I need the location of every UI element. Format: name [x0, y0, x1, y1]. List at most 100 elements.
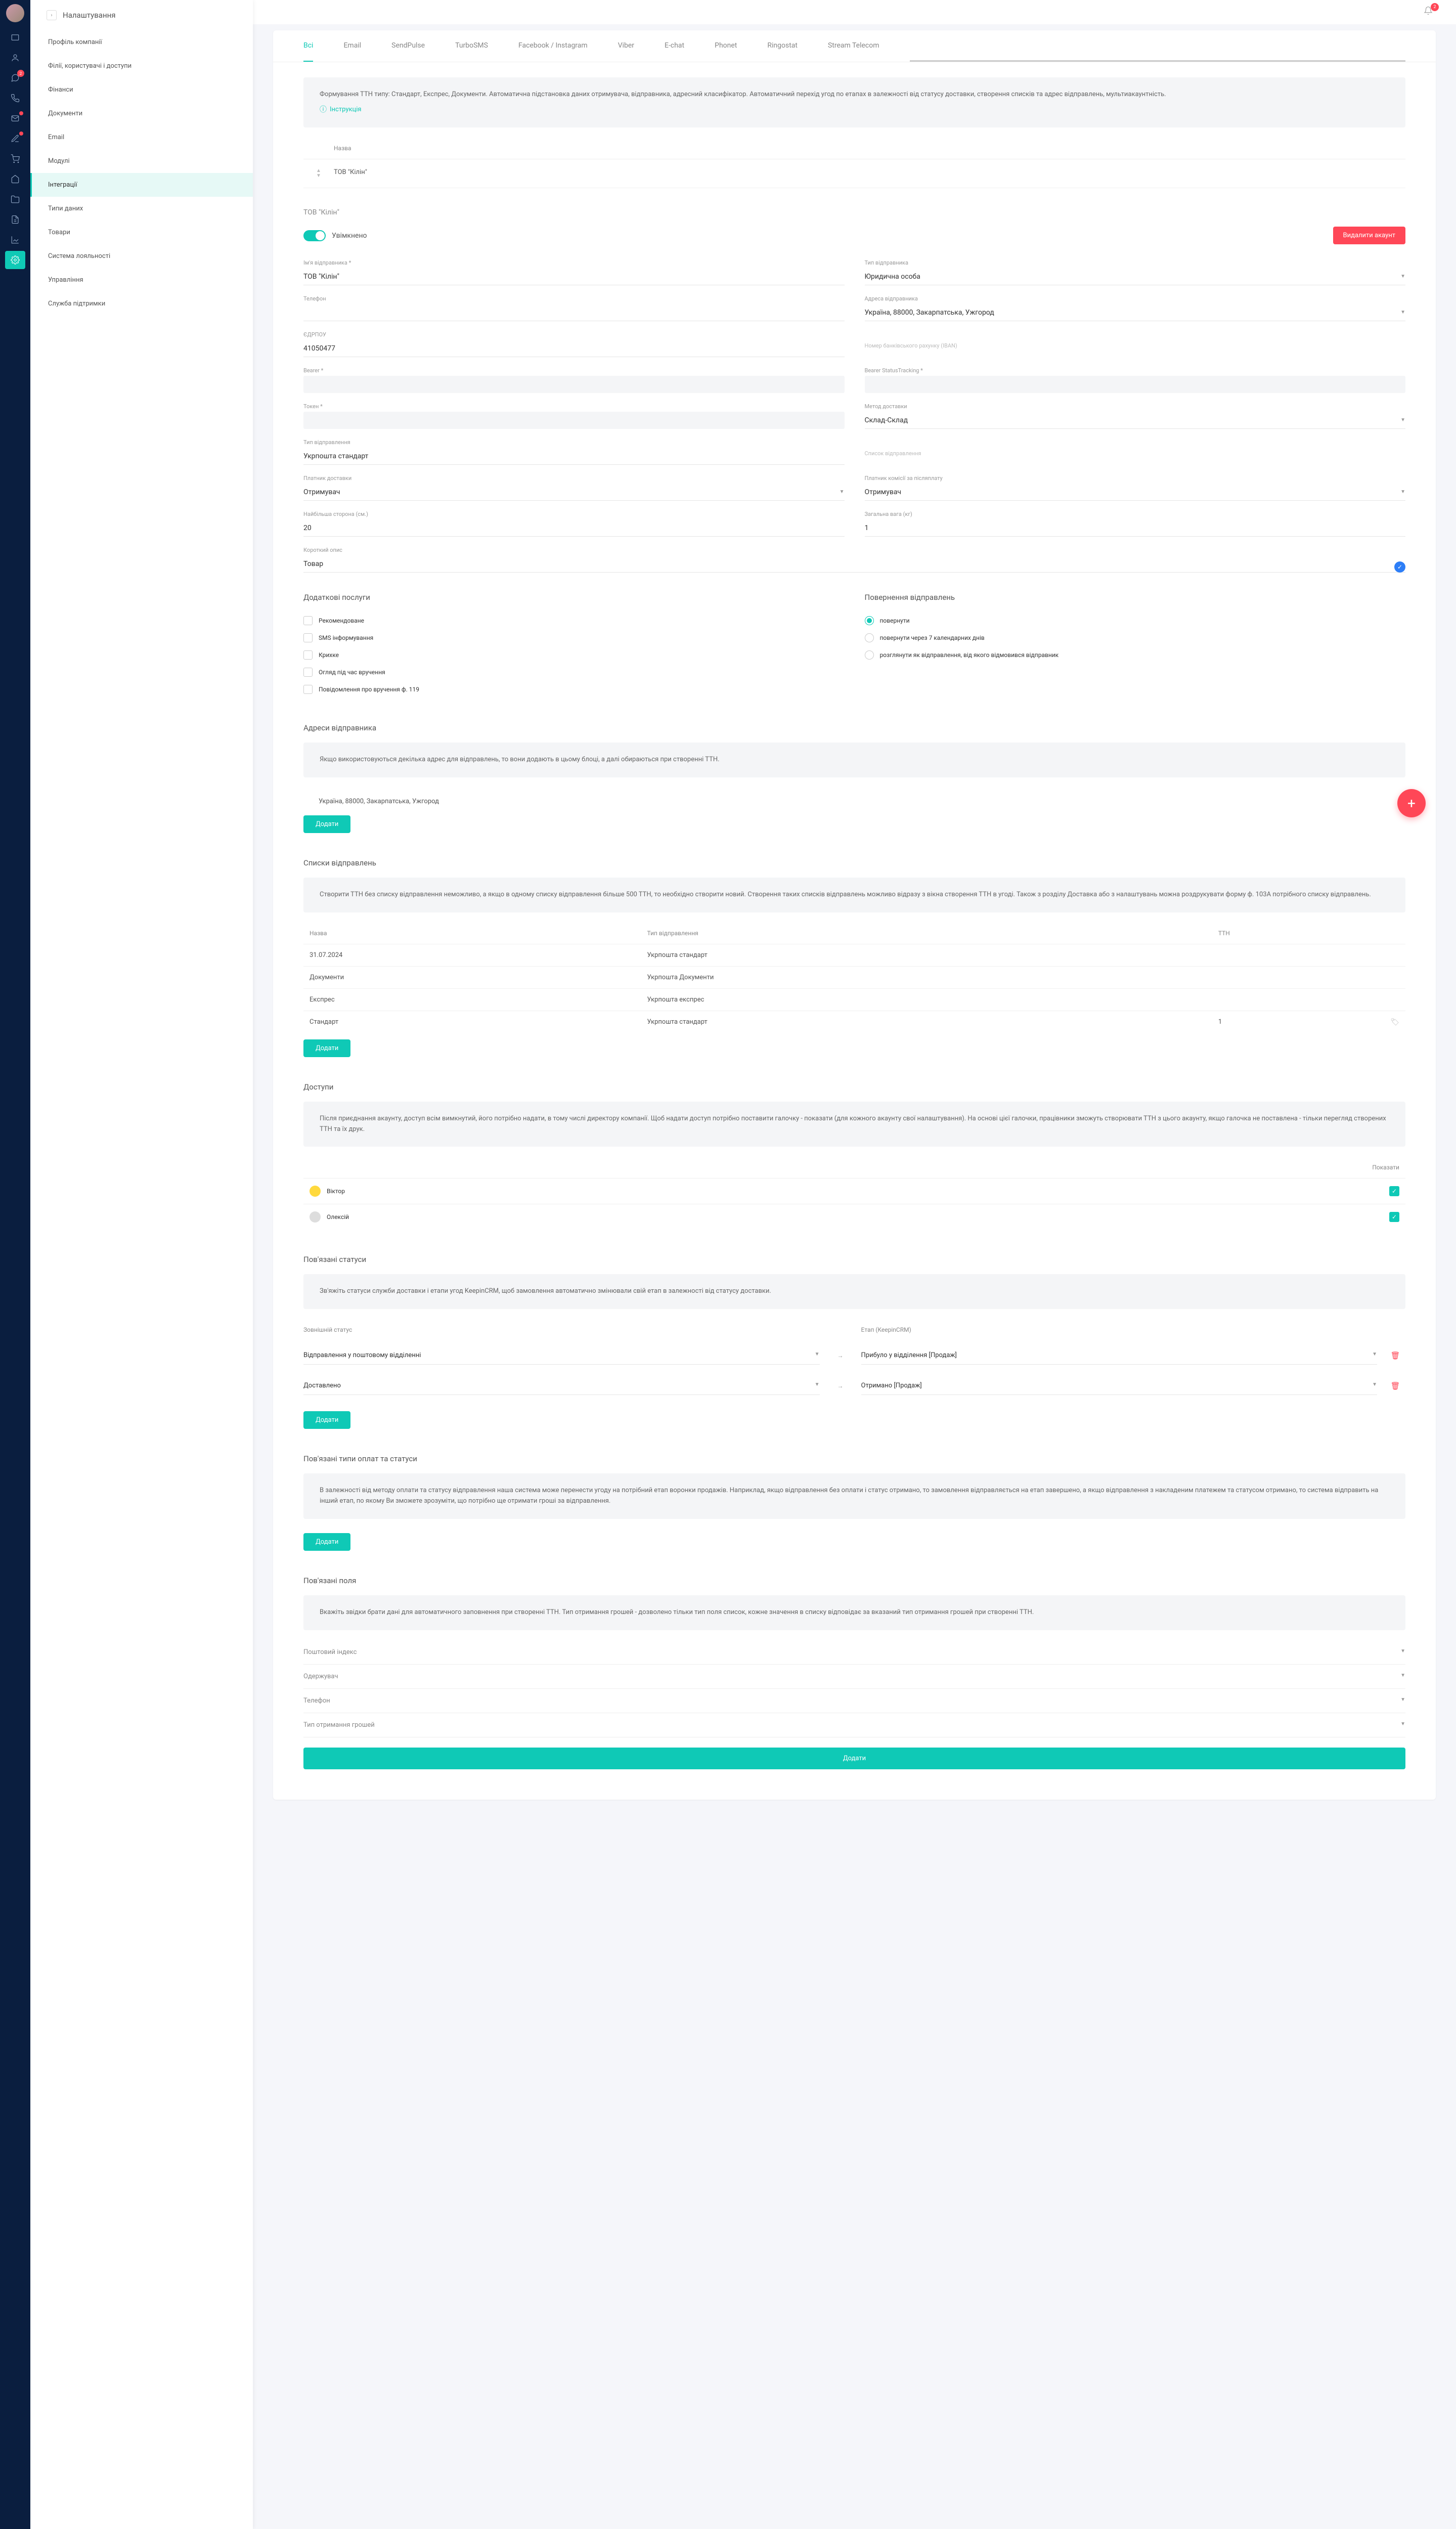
sidebar-item[interactable]: Профіль компанії [30, 30, 253, 54]
rail-settings-icon[interactable] [5, 251, 25, 269]
sender-name-input[interactable]: ТОВ "Кілін" [303, 268, 845, 285]
extra-checkbox[interactable]: Повідомлення про вручення ф. 119 [303, 681, 845, 698]
rail-folder-icon[interactable] [5, 190, 25, 208]
rail-phone-icon[interactable] [5, 89, 25, 107]
sidebar-item[interactable]: Інтеграції [30, 173, 253, 197]
extra-checkbox[interactable]: Крихке [303, 646, 845, 664]
delete-mapping-icon[interactable]: 🗑 [1385, 1381, 1405, 1390]
stage-select[interactable]: Отримано [Продаж]▼ [861, 1377, 1378, 1395]
external-status-select[interactable]: Відправлення у поштовому відділенні▼ [303, 1346, 820, 1365]
integration-tab[interactable]: Ringostat [767, 30, 798, 62]
integration-tab[interactable]: Viber [618, 30, 634, 62]
extra-checkbox[interactable]: Рекомендоване [303, 612, 845, 629]
company-row[interactable]: ▲▼ ТОВ "Кілін" [303, 159, 1405, 188]
sidebar-item[interactable]: Система лояльності [30, 244, 253, 268]
description-input[interactable]: Товар [303, 555, 1405, 573]
stage-select[interactable]: Прибуло у відділення [Продаж]▼ [861, 1346, 1378, 1365]
enabled-toggle[interactable] [303, 230, 326, 241]
sidebar-item[interactable]: Управління [30, 268, 253, 292]
rail-mail-icon[interactable] [5, 109, 25, 127]
icon-rail: 2 [0, 0, 30, 2529]
extra-checkbox[interactable]: SMS інформування [303, 629, 845, 646]
sidebar-collapse-button[interactable]: › [47, 10, 57, 20]
fab-add-button[interactable]: + [1397, 789, 1426, 817]
rail-doc-icon[interactable] [5, 210, 25, 229]
external-status-select[interactable]: Доставлено▼ [303, 1377, 820, 1395]
main-content: Всі Email SendPulse TurboSMS Facebook / Inst… [253, 0, 1456, 1820]
bearer-status-input[interactable] [865, 376, 1406, 393]
integration-tab[interactable]: SendPulse [391, 30, 425, 62]
sidebar-item[interactable]: Email [30, 125, 253, 149]
col-name: Назва [334, 145, 1405, 152]
user-access-row: Віктор✓ [303, 1178, 1405, 1204]
linked-field-select[interactable]: Одержувач▼ [303, 1665, 1405, 1689]
add-address-button[interactable]: Додати [303, 815, 350, 833]
bearer-input[interactable] [303, 376, 845, 393]
access-checkbox[interactable]: ✓ [1389, 1212, 1399, 1222]
integration-tab[interactable]: TurboSMS [455, 30, 488, 62]
rail-chat-icon[interactable]: 2 [5, 69, 25, 87]
rail-user-icon[interactable] [5, 49, 25, 67]
rail-cart-icon[interactable] [5, 150, 25, 168]
rail-home-icon[interactable] [5, 170, 25, 188]
print-icon[interactable]: 🏷 [1390, 1018, 1399, 1026]
payer-select[interactable]: Отримувач▼ [303, 484, 845, 501]
return-radio[interactable]: повернути [865, 612, 1406, 629]
sender-type-select[interactable]: Юридична особа▼ [865, 268, 1406, 285]
edrpou-input[interactable]: 41050477 [303, 340, 845, 357]
linked-field-select[interactable]: Телефон▼ [303, 1689, 1405, 1713]
rail-dashboard-icon[interactable] [5, 28, 25, 47]
add-sendlist-button[interactable]: Додати [303, 1039, 350, 1057]
sidebar-item[interactable]: Фінанси [30, 78, 253, 102]
sidebar-item[interactable]: Товари [30, 221, 253, 244]
sendlist-row[interactable]: 31.07.2024Укрпошта стандарт [303, 944, 1405, 966]
sort-handle-icon[interactable]: ▲▼ [303, 168, 334, 179]
add-status-button[interactable]: Додати [303, 1411, 350, 1429]
integration-tab[interactable]: Phonet [715, 30, 737, 62]
sidebar-item[interactable]: Модулі [30, 149, 253, 173]
sendlist-row[interactable]: ДокументиУкрпошта Документи [303, 966, 1405, 988]
sendlist-row[interactable]: СтандартУкрпошта стандарт1🏷 [303, 1011, 1405, 1033]
integration-tab[interactable]: Facebook / Instagram [518, 30, 588, 62]
status-mapping-row: Доставлено▼→Отримано [Продаж]▼🗑 [303, 1371, 1405, 1401]
sidebar-item[interactable]: Документи [30, 102, 253, 125]
chat-badge: 2 [17, 70, 24, 77]
delete-account-button[interactable]: Видалити акаунт [1333, 227, 1406, 244]
delete-mapping-icon[interactable]: 🗑 [1385, 1351, 1405, 1360]
extra-checkbox[interactable]: Огляд під час вручення [303, 664, 845, 681]
add-field-button[interactable]: Додати [303, 1748, 1405, 1769]
return-radio[interactable]: розглянути як відправлення, від якого ві… [865, 646, 1406, 664]
sidebar-item[interactable]: Філії, користувачі і доступи [30, 54, 253, 78]
instruction-link[interactable]: Інструкція [320, 104, 1389, 115]
integration-tab[interactable]: Stream Telecom [828, 30, 879, 62]
address-row[interactable]: Україна, 88000, Закарпатська, Ужгород [303, 788, 1405, 815]
integration-tab[interactable]: E-chat [665, 30, 684, 62]
cod-payer-select[interactable]: Отримувач▼ [865, 484, 1406, 501]
max-side-input[interactable]: 20 [303, 519, 845, 537]
intro-box: Формування ТТН типу: Стандарт, Експрес, … [303, 77, 1405, 127]
linked-field-select[interactable]: Поштовий індекс▼ [303, 1640, 1405, 1665]
token-input[interactable] [303, 412, 845, 429]
send-type-select[interactable]: Укрпошта стандарт [303, 448, 845, 465]
add-paytype-button[interactable]: Додати [303, 1533, 350, 1551]
sidebar-item[interactable]: Служба підтримки [30, 292, 253, 316]
return-radio[interactable]: повернути через 7 календарних днів [865, 629, 1406, 646]
mail-dot [19, 111, 23, 115]
avatar[interactable] [6, 4, 24, 22]
send-lists-table: Назва Тип відправлення ТТН 31.07.2024Укр… [303, 923, 1405, 1033]
rail-stats-icon[interactable] [5, 231, 25, 249]
user-access-row: Олексій✓ [303, 1204, 1405, 1230]
notification-bell-icon[interactable]: 2 [1424, 6, 1436, 18]
status-mapping-row: Відправлення у поштовому відділенні▼→При… [303, 1340, 1405, 1371]
integration-tab[interactable]: Email [343, 30, 361, 62]
sendlist-row[interactable]: ЕкспресУкрпошта експрес [303, 988, 1405, 1011]
linked-field-select[interactable]: Тип отримання грошей▼ [303, 1713, 1405, 1737]
weight-input[interactable]: 1 [865, 519, 1406, 537]
sidebar-item[interactable]: Типи даних [30, 197, 253, 221]
delivery-method-select[interactable]: Склад-Склад▼ [865, 412, 1406, 429]
access-checkbox[interactable]: ✓ [1389, 1186, 1399, 1196]
integration-tab[interactable]: Всі [303, 30, 313, 62]
rail-edit-icon[interactable] [5, 129, 25, 148]
sender-addr-select[interactable]: Україна, 88000, Закарпатська, Ужгород▼ [865, 304, 1406, 321]
phone-input[interactable] [303, 304, 845, 321]
